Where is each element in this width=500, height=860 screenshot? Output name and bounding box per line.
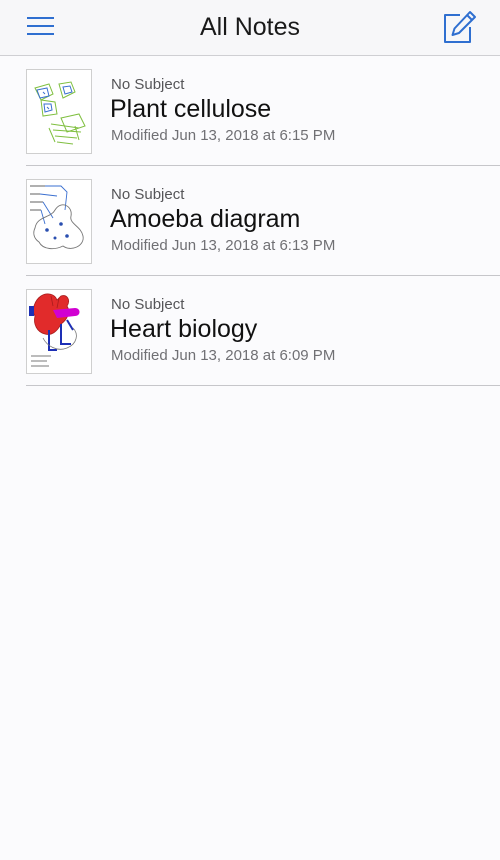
- note-row-heart-biology[interactable]: No Subject Heart biology Modified Jun 13…: [0, 276, 500, 386]
- navigation-bar: All Notes: [0, 0, 500, 56]
- note-modified-date: Modified Jun 13, 2018 at 6:09 PM: [111, 347, 336, 364]
- amoeba-sketch-icon: [30, 185, 84, 250]
- note-subject: No Subject: [111, 296, 185, 313]
- notes-list: No Subject Plant cellulose Modified Jun …: [0, 56, 500, 386]
- compose-pencil-icon: [444, 11, 476, 43]
- heart-sketch-icon: [29, 293, 80, 367]
- page-title: All Notes: [199, 13, 301, 41]
- compose-note-button[interactable]: [440, 9, 478, 45]
- note-row-plant-cellulose[interactable]: No Subject Plant cellulose Modified Jun …: [0, 56, 500, 166]
- note-row-amoeba-diagram[interactable]: No Subject Amoeba diagram Modified Jun 1…: [0, 166, 500, 276]
- note-title: Amoeba diagram: [110, 205, 301, 233]
- hamburger-menu-icon: [27, 17, 54, 35]
- note-modified-date: Modified Jun 13, 2018 at 6:15 PM: [111, 127, 336, 144]
- note-title: Plant cellulose: [110, 95, 272, 123]
- note-subject: No Subject: [111, 76, 185, 93]
- note-thumbnail: [26, 289, 92, 374]
- note-subject: No Subject: [111, 186, 185, 203]
- note-modified-date: Modified Jun 13, 2018 at 6:13 PM: [111, 237, 336, 254]
- note-title: Heart biology: [110, 315, 258, 343]
- note-thumbnail: [26, 69, 92, 154]
- plant-cell-sketch-icon: [34, 81, 86, 145]
- menu-button[interactable]: [24, 14, 60, 42]
- note-thumbnail: [26, 179, 92, 264]
